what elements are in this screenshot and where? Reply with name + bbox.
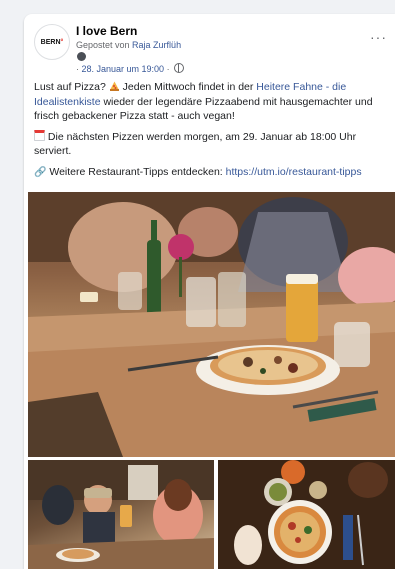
paragraph-3: 🔗 Weitere Restaurant-Tipps entdecken: ht… xyxy=(34,165,390,181)
posted-by: Gepostet von Raja Zurflüh xyxy=(76,40,181,50)
paragraph-1: Lust auf Pizza? Jeden Mittwoch findet in… xyxy=(34,80,390,124)
secondary-photo-left[interactable] xyxy=(28,460,214,569)
paragraph-2: Die nächsten Pizzen werden morgen, am 29… xyxy=(34,129,390,159)
posted-prefix: Gepostet von xyxy=(76,40,133,50)
globe-icon xyxy=(174,63,185,73)
paragraph-1-start: Lust auf Pizza? xyxy=(34,81,109,93)
avatar-dot: ° xyxy=(60,38,64,46)
author-link[interactable]: Raja Zurflüh xyxy=(132,40,181,50)
post-header: BERN ° I love Bern Gepostet von Raja Zurf… xyxy=(34,24,387,76)
timestamp-link[interactable]: 28. Januar um 19:00 xyxy=(82,64,165,74)
post-body: Lust auf Pizza? Jeden Mittwoch findet in… xyxy=(34,80,390,186)
main-photo[interactable] xyxy=(28,192,395,457)
avatar-text: BERN xyxy=(40,38,61,46)
secondary-photo-right[interactable] xyxy=(218,460,395,569)
pizza-emoji-icon xyxy=(109,81,119,91)
page-avatar[interactable]: BERN ° xyxy=(34,24,70,60)
link-emoji-icon: 🔗 xyxy=(34,166,47,178)
paragraph-3-text: Weitere Restaurant-Tipps entdecken: xyxy=(46,165,226,178)
paragraph-2-text: Die nächsten Pizzen werden morgen, am 29… xyxy=(34,130,357,158)
left-photo-art xyxy=(28,460,214,569)
calendar-emoji-icon xyxy=(34,129,45,141)
post-meta: · 28. Januar um 19:00 · xyxy=(76,63,185,74)
main-photo-art xyxy=(28,192,395,457)
meta-separator-2: · xyxy=(164,64,173,74)
author-avatar-icon[interactable] xyxy=(77,52,86,61)
external-url-link[interactable]: https://utm.io/restaurant-tipps xyxy=(226,166,362,178)
post-card: BERN ° I love Bern Gepostet von Raja Zurf… xyxy=(24,14,395,569)
paragraph-1-mid: Jeden Mittwoch findet in der xyxy=(119,81,257,93)
page-name-link[interactable]: I love Bern xyxy=(76,24,137,38)
more-options-button[interactable]: ··· xyxy=(370,30,387,44)
right-photo-art xyxy=(218,460,395,569)
